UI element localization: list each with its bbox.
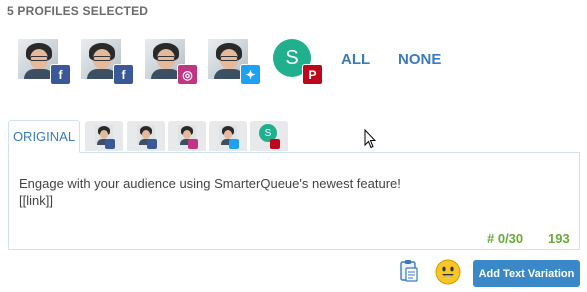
clipboard-icon[interactable] [399,259,419,283]
tab-original[interactable]: ORIGINAL [8,120,80,153]
pinterest-icon: P [302,64,323,85]
instagram-icon [188,139,198,149]
profile-selector: f f ◎ ✦ S P [18,36,458,88]
profile-instagram[interactable]: ◎ [145,36,198,88]
facebook-icon: f [113,64,134,85]
tab-profile-twitter[interactable] [209,121,247,151]
profile-twitter[interactable]: ✦ [208,36,261,88]
facebook-icon [105,139,115,149]
profile-facebook-2[interactable]: f [81,36,134,88]
profile-pinterest[interactable]: S P [270,36,323,88]
select-all-link[interactable]: ALL [341,51,370,68]
facebook-icon [147,139,157,149]
post-text[interactable]: Engage with your audience using SmarterQ… [19,175,401,209]
twitter-icon [229,139,239,149]
tab-profile-facebook-1[interactable] [85,121,123,151]
tab-profile-instagram[interactable] [168,121,206,151]
post-text-editor[interactable]: Engage with your audience using SmarterQ… [8,152,580,250]
hashtag-count: # 0/30 [487,231,524,246]
select-none-link[interactable]: NONE [398,51,441,68]
profiles-selected-heading: 5 PROFILES SELECTED [7,4,149,18]
mouse-cursor-icon [364,129,376,149]
profile-facebook-1[interactable]: f [18,36,71,88]
instagram-icon: ◎ [177,64,198,85]
twitter-icon: ✦ [240,64,261,85]
pinterest-icon [270,139,280,149]
tab-profile-pinterest[interactable]: S [250,121,288,151]
emoji-icon[interactable] [435,259,461,285]
add-text-variation-button[interactable]: Add Text Variation [473,260,580,287]
facebook-icon: f [50,64,71,85]
character-count: 193 [548,231,570,246]
tab-profile-facebook-2[interactable] [127,121,165,151]
